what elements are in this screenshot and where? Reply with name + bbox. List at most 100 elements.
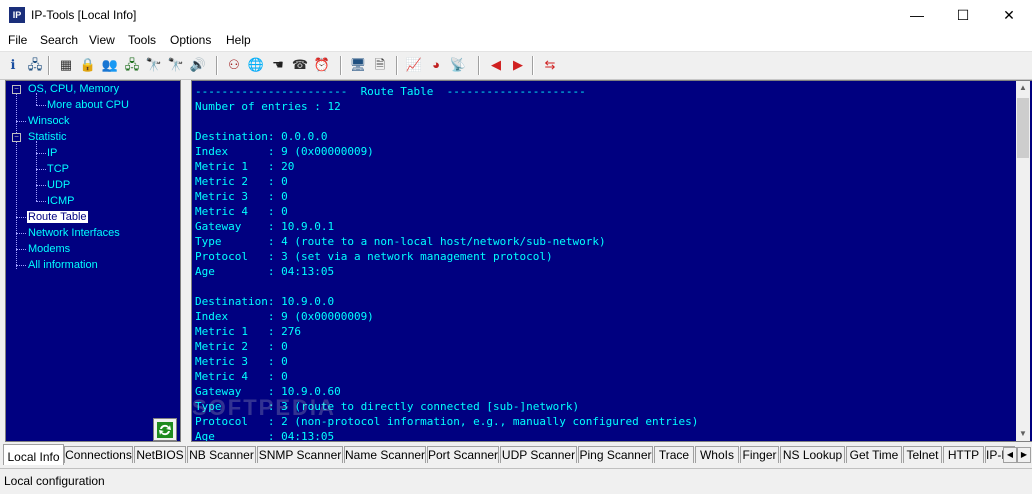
toolbar-separator	[340, 56, 342, 75]
output-line: Protocol : 3 (set via a network manageme…	[195, 250, 553, 263]
close-icon: ✕	[1003, 6, 1015, 23]
minimize-button[interactable]: —	[894, 0, 940, 30]
toolbar-separator	[532, 56, 534, 75]
menu-tools[interactable]: Tools	[128, 33, 156, 47]
tree-line	[16, 93, 17, 269]
tab-ns-lookup[interactable]: NS Lookup	[780, 446, 845, 463]
tab-name-scanner[interactable]: Name Scanner	[344, 446, 426, 463]
output-line: Metric 3 : 0	[195, 190, 288, 203]
minimize-icon: —	[910, 7, 924, 23]
content-scrollbar[interactable]: ▲ ▼	[1016, 81, 1030, 441]
globe-icon[interactable]: 🌐	[247, 56, 265, 74]
tab-snmp-scanner[interactable]: SNMP Scanner	[257, 446, 343, 463]
calculator-icon[interactable]: ▦	[57, 56, 75, 74]
computer-network-icon[interactable]: 🖧	[26, 56, 44, 74]
menu-search[interactable]: Search	[40, 33, 78, 47]
users-icon[interactable]: 👥	[101, 56, 119, 74]
tree-item-network-interfaces[interactable]: Network Interfaces	[28, 227, 120, 239]
tab-nb-scanner[interactable]: NB Scanner	[187, 446, 256, 463]
lock-icon[interactable]: 🔒	[79, 56, 97, 74]
arrows-swap-icon[interactable]: ⇆	[541, 56, 559, 74]
maximize-button[interactable]: ☐	[940, 0, 986, 30]
alarm-clock-icon[interactable]: ⏰	[313, 56, 331, 74]
maximize-icon: ☐	[956, 6, 970, 23]
tab-telnet[interactable]: Telnet	[903, 446, 942, 463]
output-line: Metric 1 : 276	[195, 325, 301, 338]
tab-http[interactable]: HTTP	[943, 446, 984, 463]
collapse-icon: −	[14, 84, 19, 93]
phone-icon[interactable]: ☎	[291, 56, 309, 74]
tree-item-route-table[interactable]: Route Table	[27, 211, 88, 223]
refresh-button[interactable]	[153, 418, 177, 441]
tree-line	[36, 153, 46, 154]
tree-item-all-information[interactable]: All information	[28, 259, 98, 271]
output-line: Number of entries : 12	[195, 100, 341, 113]
tree-item-ip[interactable]: IP	[47, 147, 57, 159]
output-line: Metric 4 : 0	[195, 205, 288, 218]
tree-line	[16, 249, 26, 250]
info-icon[interactable]: ℹ	[4, 56, 22, 74]
monitor-icon[interactable]: 🖥	[349, 56, 367, 74]
tab-get-time[interactable]: Get Time	[846, 446, 902, 463]
tree-line	[36, 185, 46, 186]
title-bar: IP IP-Tools [Local Info] — ☐ ✕	[0, 0, 1032, 30]
arrow-left-icon[interactable]: ◀	[487, 56, 505, 74]
tree-line	[16, 233, 26, 234]
tab-trace[interactable]: Trace	[654, 446, 694, 463]
output-line: Metric 2 : 0	[195, 340, 288, 353]
output-line: ----------------------- Route Table ----…	[195, 85, 586, 98]
tree-item-statistic[interactable]: Statistic	[28, 131, 67, 143]
tab-scroll-right-icon[interactable]: ▶	[1017, 447, 1031, 463]
arrow-right-icon[interactable]: ▶	[509, 56, 527, 74]
tree-line	[36, 105, 46, 106]
menu-view[interactable]: View	[89, 33, 115, 47]
output-line: Index : 9 (0x00000009)	[195, 145, 374, 158]
tree-line	[36, 141, 37, 201]
binoculars-icon[interactable]: 🔭	[145, 56, 163, 74]
scroll-up-icon[interactable]: ▲	[1016, 81, 1030, 95]
tab-scroll-left-icon[interactable]: ◀	[1003, 447, 1017, 463]
output-line: Age : 04:13:05	[195, 265, 335, 278]
output-line: Type : 4 (route to a non-local host/netw…	[195, 235, 606, 248]
tree-item-more-about-cpu[interactable]: More about CPU	[47, 99, 129, 111]
tree-item-icmp[interactable]: ICMP	[47, 195, 75, 207]
menu-options[interactable]: Options	[170, 33, 211, 47]
tree-pane: − − OS, CPU, Memory More about CPU Winso…	[5, 80, 181, 442]
close-button[interactable]: ✕	[986, 0, 1032, 30]
tree-line	[16, 217, 26, 218]
toolbar: ℹ 🖧 ▦ 🔒 👥 🖧 🔭 🔭 🔊 ⚇ 🌐 ☚ ☎ ⏰ 🖥 🗎 📈 ◕ 📡 ◀ ▶ ⇆	[0, 51, 1032, 80]
tree-item-udp[interactable]: UDP	[47, 179, 70, 191]
tab-local-info[interactable]: Local Info	[3, 444, 64, 465]
document-icon[interactable]: 🗎	[371, 56, 389, 74]
tab-udp-scanner[interactable]: UDP Scanner	[500, 446, 577, 463]
network-people-icon[interactable]: ⚇	[225, 56, 243, 74]
pane-splitter[interactable]	[181, 80, 191, 442]
scroll-thumb[interactable]	[1017, 98, 1029, 158]
tree-expander-os[interactable]: −	[12, 85, 21, 94]
tab-connections[interactable]: Connections	[64, 446, 133, 463]
binoculars-blue-icon[interactable]: 🔭	[167, 56, 185, 74]
tab-finger[interactable]: Finger	[740, 446, 779, 463]
output-line: Age : 04:13:05	[195, 430, 335, 442]
tab-port-scanner[interactable]: Port Scanner	[427, 446, 499, 463]
scroll-down-icon[interactable]: ▼	[1016, 427, 1030, 441]
pie-chart-icon[interactable]: ◕	[427, 56, 445, 74]
menu-help[interactable]: Help	[226, 33, 251, 47]
satellite-dish-icon[interactable]: 📡	[449, 56, 467, 74]
tab-ping-scanner[interactable]: Ping Scanner	[578, 446, 653, 463]
network-tree-icon[interactable]: 🖧	[123, 56, 141, 74]
tree-item-winsock[interactable]: Winsock	[28, 115, 70, 127]
menu-file[interactable]: File	[8, 33, 27, 47]
output-line: Metric 3 : 0	[195, 355, 288, 368]
tree-line	[36, 201, 46, 202]
tab-netbios[interactable]: NetBIOS	[134, 446, 186, 463]
tree-item-tcp[interactable]: TCP	[47, 163, 69, 175]
speaker-icon[interactable]: 🔊	[189, 56, 207, 74]
finger-icon[interactable]: ☚	[269, 56, 287, 74]
tree-item-os-cpu-memory[interactable]: OS, CPU, Memory	[28, 83, 119, 95]
tab-whois[interactable]: WhoIs	[695, 446, 739, 463]
tree-expander-statistic[interactable]: −	[12, 133, 21, 142]
chart-icon[interactable]: 📈	[405, 56, 423, 74]
tree-item-modems[interactable]: Modems	[28, 243, 70, 255]
